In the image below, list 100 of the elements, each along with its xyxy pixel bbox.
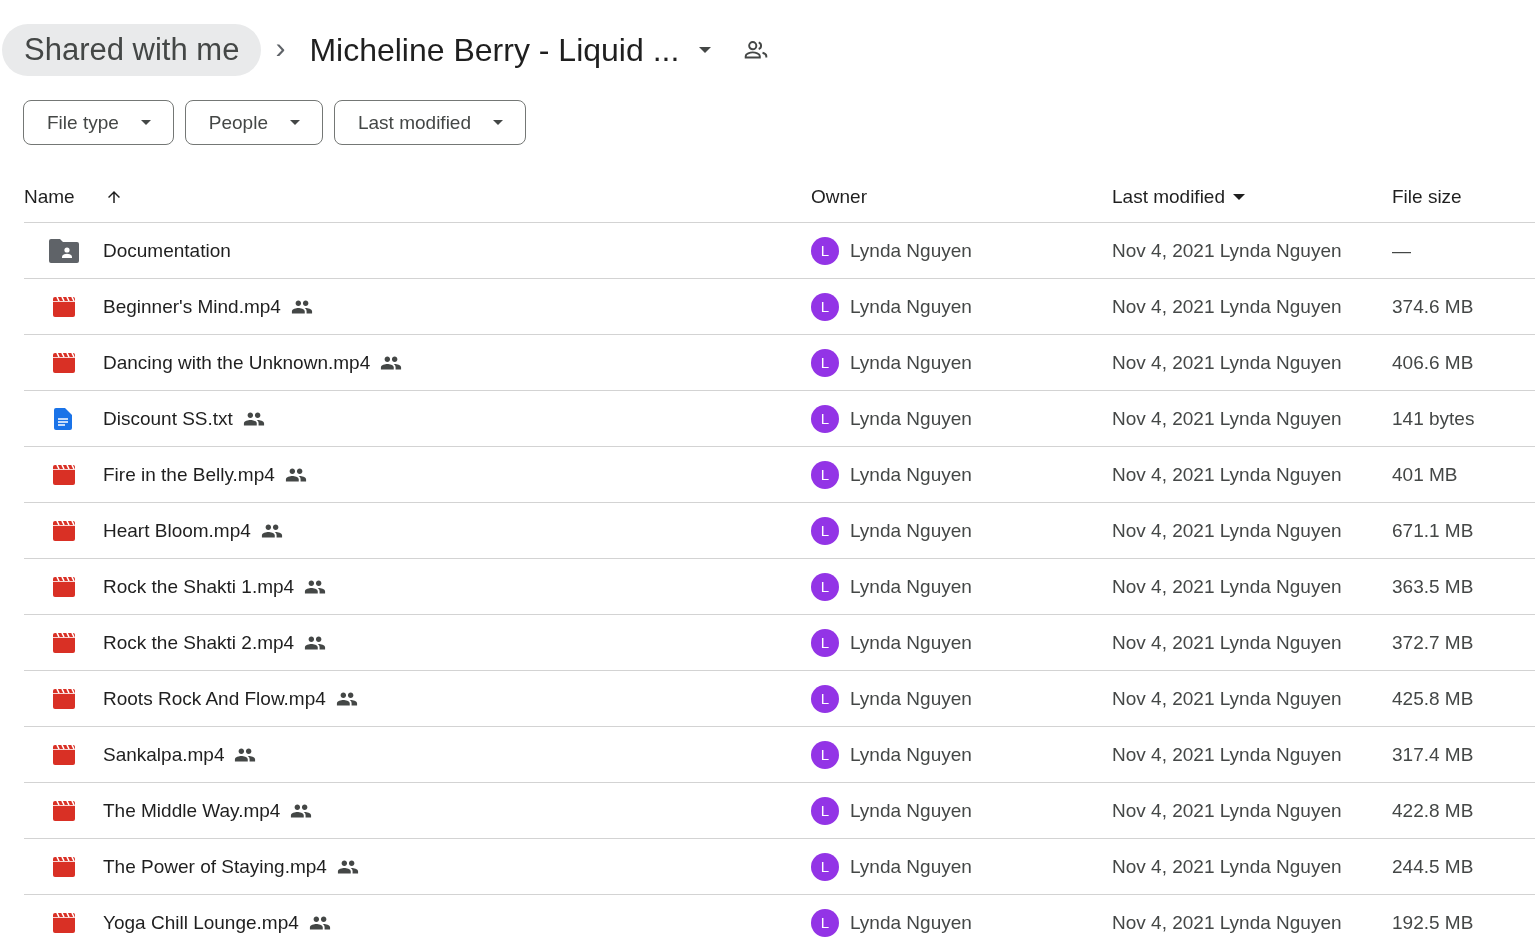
owner-name: Lynda Nguyen	[850, 743, 972, 766]
file-size: 317.4 MB	[1392, 743, 1474, 766]
file-row[interactable]: Sankalpa.mp4 L Lynda Nguyen Nov 4, 2021 Lynda Nguyen 317.4 MB	[24, 727, 1535, 783]
column-header[interactable]: Name	[24, 185, 75, 208]
file-name: Fire in the Belly.mp4	[103, 463, 275, 486]
caret-icon	[699, 47, 712, 53]
avatar: L	[811, 516, 839, 545]
file-row[interactable]: Heart Bloom.mp4 L Lynda Nguyen Nov 4, 2021 Lynda Nguyen 671.1 MB	[24, 503, 1535, 559]
clapperboard-icon	[52, 464, 76, 485]
file-size: 192.5 MB	[1392, 911, 1474, 934]
avatar: L	[811, 740, 839, 769]
clapperboard-icon	[52, 352, 76, 373]
owner-name: Lynda Nguyen	[850, 687, 972, 710]
file-name: The Middle Way.mp4	[103, 799, 281, 822]
modified-text: Nov 4, 2021 Lynda Nguyen	[1112, 351, 1342, 374]
owner-name: Lynda Nguyen	[850, 855, 972, 878]
modified-text: Nov 4, 2021 Lynda Nguyen	[1112, 407, 1342, 430]
avatar: L	[811, 292, 839, 321]
modified-text: Nov 4, 2021 Lynda Nguyen	[1112, 743, 1342, 766]
file-row[interactable]: Discount SS.txt L Lynda Nguyen Nov 4, 2021 Lynda Nguyen 141 bytes	[24, 391, 1535, 447]
modified-text: Nov 4, 2021 Lynda Nguyen	[1112, 687, 1342, 710]
file-row[interactable]: Fire in the Belly.mp4 L Lynda Nguyen Nov 4, 2021 Lynda Nguyen 401 MB	[24, 447, 1535, 503]
filter-chip[interactable]: File type	[23, 100, 174, 145]
clapperboard-icon	[52, 296, 76, 317]
modified-text: Nov 4, 2021 Lynda Nguyen	[1112, 295, 1342, 318]
file-size: 244.5 MB	[1392, 855, 1474, 878]
breadcrumb-separator: ›	[275, 31, 286, 65]
file-size: 425.8 MB	[1392, 687, 1474, 710]
file-row[interactable]: Rock the Shakti 1.mp4 L Lynda Nguyen Nov 4, 2021 Lynda Nguyen 363.5 MB	[24, 559, 1535, 615]
file-size: 401 MB	[1392, 463, 1458, 486]
avatar: L	[811, 628, 839, 657]
file-name: Sankalpa.mp4	[103, 743, 225, 766]
file-size: 671.1 MB	[1392, 519, 1474, 542]
modified-text: Nov 4, 2021 Lynda Nguyen	[1112, 631, 1342, 654]
avatar: L	[811, 908, 839, 937]
file-row[interactable]: Rock the Shakti 2.mp4 L Lynda Nguyen Nov 4, 2021 Lynda Nguyen 372.7 MB	[24, 615, 1535, 671]
file-row[interactable]: The Power of Staying.mp4 L Lynda Nguyen Nov 4, 2021 Lynda Nguyen 244.5 MB	[24, 839, 1535, 895]
file-row[interactable]: Documentation L Lynda Nguyen Nov 4, 2021 Lynda Nguyen —	[24, 223, 1535, 279]
avatar: L	[811, 404, 839, 433]
file-size: —	[1392, 239, 1411, 262]
file-row[interactable]: Beginner's Mind.mp4 L Lynda Nguyen Nov 4, 2021 Lynda Nguyen 374.6 MB	[24, 279, 1535, 335]
column-header[interactable]: Owner	[811, 185, 867, 208]
owner-name: Lynda Nguyen	[850, 519, 972, 542]
shared-folder-icon	[49, 238, 79, 263]
file-name: Rock the Shakti 1.mp4	[103, 575, 295, 598]
modified-text: Nov 4, 2021 Lynda Nguyen	[1112, 855, 1342, 878]
file-name: Yoga Chill Lounge.mp4	[103, 911, 299, 934]
avatar: L	[811, 348, 839, 377]
modified-text: Nov 4, 2021 Lynda Nguyen	[1112, 463, 1342, 486]
file-row[interactable]: Dancing with the Unknown.mp4 L Lynda Nguyen Nov 4, 2021 Lynda Nguyen 406.6 MB	[24, 335, 1535, 391]
modified-text: Nov 4, 2021 Lynda Nguyen	[1112, 519, 1342, 542]
avatar: L	[811, 852, 839, 881]
filter-chip[interactable]: Last modified	[334, 100, 526, 145]
owner-name: Lynda Nguyen	[850, 799, 972, 822]
file-name: Rock the Shakti 2.mp4	[103, 631, 295, 654]
owner-name: Lynda Nguyen	[850, 407, 972, 430]
avatar: L	[811, 460, 839, 489]
file-size: 374.6 MB	[1392, 295, 1474, 318]
column-header[interactable]: File size	[1392, 185, 1462, 208]
owner-name: Lynda Nguyen	[850, 295, 972, 318]
clapperboard-icon	[52, 800, 76, 821]
filter-chip[interactable]: People	[184, 100, 323, 145]
owner-name: Lynda Nguyen	[850, 631, 972, 654]
clapperboard-icon	[52, 912, 76, 933]
modified-text: Nov 4, 2021 Lynda Nguyen	[1112, 911, 1342, 934]
folder-title-button[interactable]: Micheline Berry - Liquid ...	[309, 24, 712, 76]
clapperboard-icon	[52, 856, 76, 877]
caret-icon	[493, 120, 503, 125]
caret-icon	[140, 120, 151, 125]
file-row[interactable]: Yoga Chill Lounge.mp4 L Lynda Nguyen Nov 4, 2021 Lynda Nguyen 192.5 MB	[24, 895, 1535, 947]
file-size: 406.6 MB	[1392, 351, 1474, 374]
modified-text: Nov 4, 2021 Lynda Nguyen	[1112, 799, 1342, 822]
file-size: 372.7 MB	[1392, 631, 1474, 654]
owner-name: Lynda Nguyen	[850, 911, 972, 934]
breadcrumb-link[interactable]: Shared with me	[2, 24, 262, 76]
owner-name: Lynda Nguyen	[850, 239, 972, 262]
clapperboard-icon	[52, 576, 76, 597]
file-name: Discount SS.txt	[103, 407, 233, 430]
modified-text: Nov 4, 2021 Lynda Nguyen	[1112, 239, 1342, 262]
avatar: L	[811, 572, 839, 601]
column-header[interactable]: Last modified	[1112, 185, 1225, 208]
file-size: 363.5 MB	[1392, 575, 1474, 598]
clapperboard-icon	[52, 688, 76, 709]
file-name: Roots Rock And Flow.mp4	[103, 687, 326, 710]
clapperboard-icon	[52, 520, 76, 541]
clapperboard-icon	[52, 632, 76, 653]
clapperboard-icon	[52, 744, 76, 765]
file-name: Documentation	[103, 239, 231, 262]
file-row[interactable]: Roots Rock And Flow.mp4 L Lynda Nguyen Nov 4, 2021 Lynda Nguyen 425.8 MB	[24, 671, 1535, 727]
modified-text: Nov 4, 2021 Lynda Nguyen	[1112, 575, 1342, 598]
file-size: 422.8 MB	[1392, 799, 1474, 822]
avatar: L	[811, 236, 839, 265]
file-size: 141 bytes	[1392, 407, 1475, 430]
file-name: Beginner's Mind.mp4	[103, 295, 281, 318]
file-row[interactable]: The Middle Way.mp4 L Lynda Nguyen Nov 4, 2021 Lynda Nguyen 422.8 MB	[24, 783, 1535, 839]
file-name: Dancing with the Unknown.mp4	[103, 351, 371, 374]
file-name: Heart Bloom.mp4	[103, 519, 251, 542]
caret-icon	[290, 120, 300, 125]
owner-name: Lynda Nguyen	[850, 463, 972, 486]
avatar: L	[811, 684, 839, 713]
